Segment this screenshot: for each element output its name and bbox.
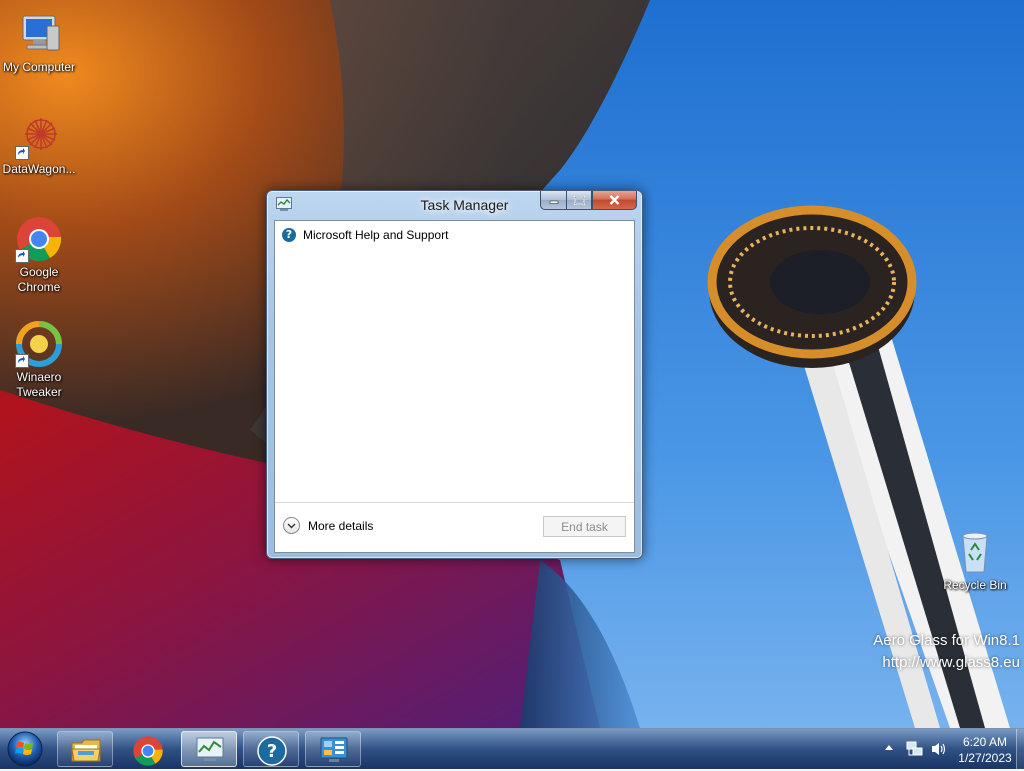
shortcut-arrow-icon <box>15 249 29 263</box>
aero-glass-watermark: Aero Glass for Win8.1 http://www.glass8.… <box>873 630 1020 674</box>
desktop-icon-label: My Computer <box>2 60 76 74</box>
computer-icon <box>15 10 63 58</box>
taskbar-google-chrome[interactable] <box>119 731 175 767</box>
windows-start-icon <box>7 731 43 767</box>
task-manager-window[interactable]: Task Manager ? Microsoft Help and Suppor… <box>266 190 643 559</box>
task-manager-client-area: ? Microsoft Help and Support More detail… <box>274 220 635 553</box>
taskbar-file-explorer[interactable] <box>57 731 113 767</box>
title-bar[interactable]: Task Manager <box>267 191 642 219</box>
taskbar-help-and-support[interactable]: ? <box>243 731 299 767</box>
desktop-icon-label: Recycle Bin <box>943 578 1007 592</box>
maximize-icon <box>573 195 585 205</box>
end-task-button[interactable]: End task <box>543 516 626 537</box>
chevron-down-icon <box>283 517 300 534</box>
minimize-button[interactable] <box>540 191 566 210</box>
start-button[interactable] <box>5 730 45 768</box>
desktop-icon-label: DataWagon... <box>2 162 76 176</box>
desktop-icon-label: Google Chrome <box>17 265 61 294</box>
folder-icon <box>71 739 101 762</box>
app-list: ? Microsoft Help and Support <box>275 221 634 248</box>
task-manager-icon <box>196 737 224 761</box>
network-icon[interactable] <box>906 741 924 757</box>
system-clock[interactable]: 6:20 AM 1/27/2023 <box>952 734 1018 766</box>
task-manager-footer: More details End task <box>275 502 634 552</box>
shortcut-arrow-icon <box>15 146 29 160</box>
chrome-icon <box>133 736 163 766</box>
help-icon: ? <box>257 736 287 766</box>
desktop-icon-datawagon[interactable]: DataWagon... <box>0 112 78 177</box>
taskbar-task-manager[interactable] <box>181 731 237 767</box>
control-panel-icon <box>320 737 348 762</box>
desktop-icon-winaero-tweaker[interactable]: Winaero Tweaker <box>0 320 78 400</box>
desktop-icon-google-chrome[interactable]: Google Chrome <box>0 215 78 295</box>
volume-icon[interactable] <box>930 741 948 757</box>
desktop-icon-recycle-bin[interactable]: Recycle Bin <box>936 528 1014 593</box>
taskbar-control-panel[interactable] <box>305 731 361 767</box>
desktop-icon-my-computer[interactable]: My Computer <box>0 10 78 75</box>
minimize-icon <box>549 200 558 204</box>
close-button[interactable] <box>592 191 637 210</box>
taskbar: ? 6:20 AM 1/27/2023 <box>0 728 1024 769</box>
app-row-help-and-support[interactable]: ? Microsoft Help and Support <box>275 222 634 248</box>
show-hidden-icons-icon[interactable] <box>884 743 894 751</box>
help-icon: ? <box>282 228 296 242</box>
winaero-tweaker-icon <box>15 320 63 368</box>
more-details-label: More details <box>308 518 374 533</box>
show-desktop-button[interactable] <box>1016 729 1024 769</box>
clock-time: 6:20 AM <box>962 735 1008 749</box>
app-name: Microsoft Help and Support <box>303 228 449 242</box>
watermark-line-1: Aero Glass for Win8.1 <box>873 632 1020 649</box>
clock-date: 1/27/2023 <box>958 751 1012 765</box>
datawagon-icon <box>15 112 63 160</box>
maximize-button[interactable] <box>566 191 592 210</box>
recycle-bin-icon <box>951 528 999 576</box>
more-details-button[interactable]: More details <box>283 517 373 534</box>
chrome-icon <box>15 215 63 263</box>
caption-buttons <box>540 191 637 211</box>
close-icon <box>609 195 620 205</box>
shortcut-arrow-icon <box>15 354 29 368</box>
desktop-icon-label: Winaero Tweaker <box>16 370 62 399</box>
svg-text:?: ? <box>267 741 277 762</box>
watermark-line-2: http://www.glass8.eu <box>882 654 1020 671</box>
